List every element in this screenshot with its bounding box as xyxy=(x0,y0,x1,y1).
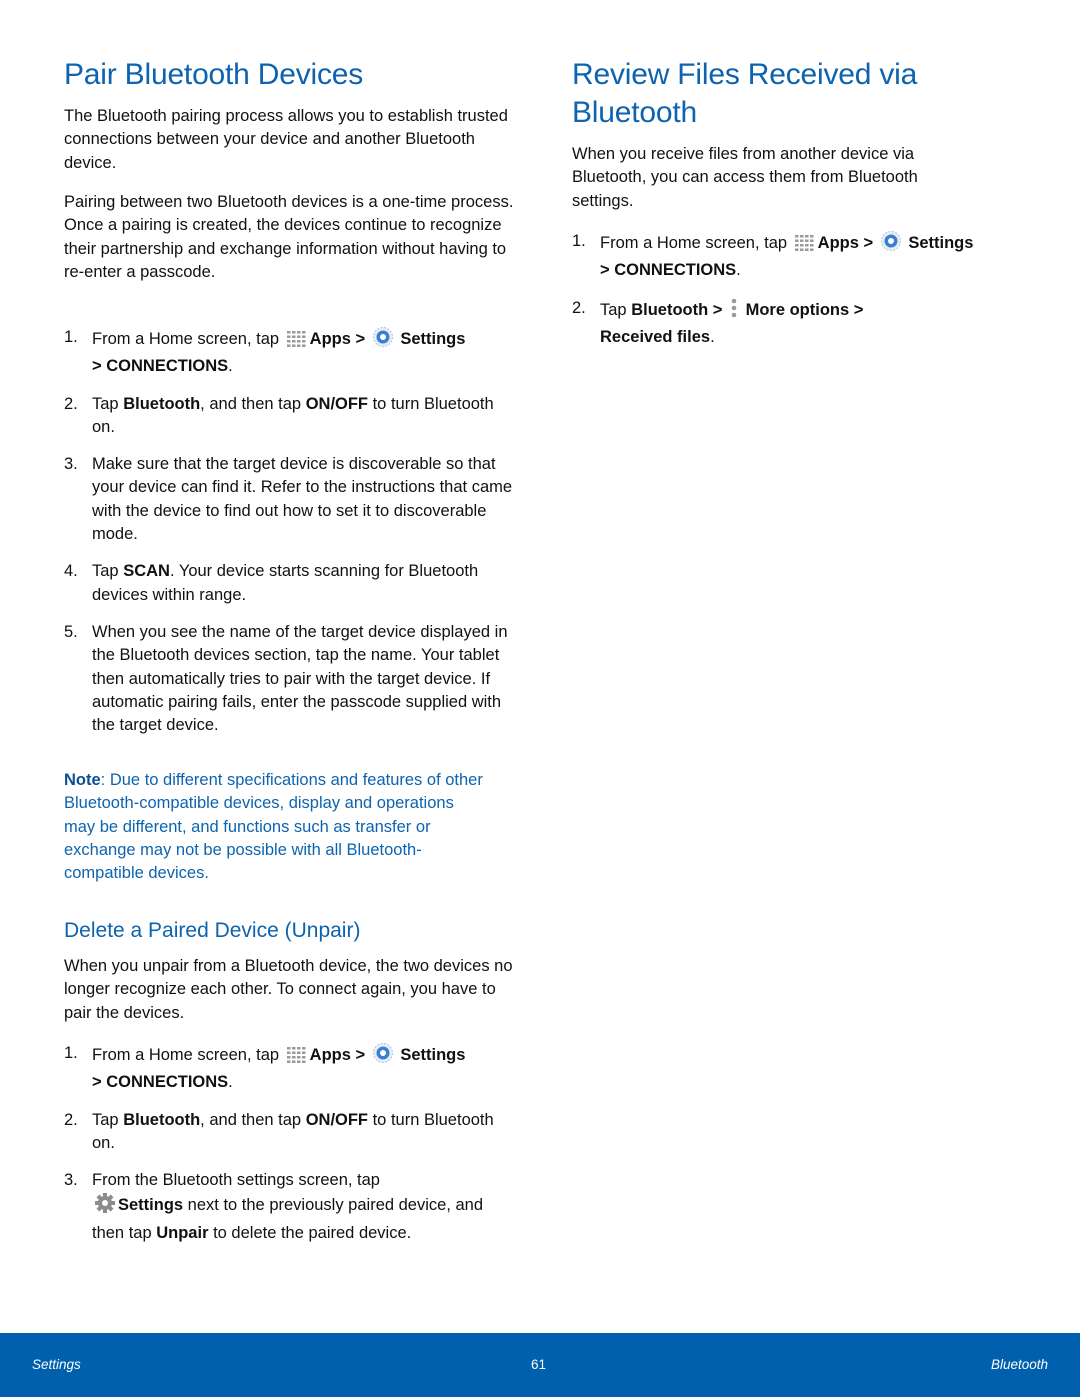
list-item: 4. Tap SCAN. Your device starts scanning… xyxy=(64,562,479,604)
list-item: 3. From the Bluetooth settings screen, t… xyxy=(64,1171,484,1242)
pair-steps-list: 1. From a Home screen, tap Apps > Settin… xyxy=(64,326,514,737)
list-item: 1. From a Home screen, tap Apps > Settin… xyxy=(64,1042,466,1092)
list-item: 1. From a Home screen, tap Apps > Settin… xyxy=(572,230,974,280)
settings-gear-icon xyxy=(372,1042,394,1071)
page-title-review: Review Files Received via Bluetooth xyxy=(572,58,918,129)
review-steps-list: 1. From a Home screen, tap Apps > Settin… xyxy=(572,230,1027,349)
list-item: 3. Make sure that the target device is d… xyxy=(64,455,513,544)
note-box: Note: Due to different specifications an… xyxy=(64,769,484,885)
apps-grid-icon xyxy=(286,330,308,355)
apps-grid-icon xyxy=(286,1046,308,1071)
list-item: 2. Tap Bluetooth, and then tap ON/OFF to… xyxy=(64,1110,494,1152)
note-label: Note xyxy=(64,771,101,789)
list-item: 2. Tap Bluetooth, and then tap ON/OFF to… xyxy=(64,394,494,436)
gear-icon xyxy=(94,1192,116,1221)
settings-gear-icon xyxy=(372,326,394,355)
more-options-icon xyxy=(729,297,739,326)
list-item: 2. Tap Bluetooth > More options > Receiv… xyxy=(572,297,864,346)
page-number: 61 xyxy=(531,1357,547,1372)
pair-intro-1: The Bluetooth pairing process allows you… xyxy=(64,107,508,172)
footer-chapter: Settings xyxy=(32,1357,81,1372)
section-title-unpair: Delete a Paired Device (Unpair) xyxy=(64,919,361,942)
page-footer: Settings 61 Bluetooth xyxy=(0,1333,1080,1397)
page-title-pair: Pair Bluetooth Devices xyxy=(64,58,364,91)
pair-intro-2: Pairing between two Bluetooth devices is… xyxy=(64,193,514,281)
apps-grid-icon xyxy=(794,234,816,259)
footer-section: Bluetooth xyxy=(990,1357,1048,1372)
unpair-steps-list: 1. From a Home screen, tap Apps > Settin… xyxy=(64,1042,514,1245)
note-text: : Due to different specifications and fe… xyxy=(64,771,483,883)
list-item: 1. From a Home screen, tap Apps > Settin… xyxy=(64,326,466,376)
settings-gear-icon xyxy=(880,230,902,259)
review-intro: When you receive files from another devi… xyxy=(572,145,918,210)
list-item: 5. When you see the name of the target d… xyxy=(64,622,508,735)
unpair-intro: When you unpair from a Bluetooth device,… xyxy=(64,957,513,1022)
